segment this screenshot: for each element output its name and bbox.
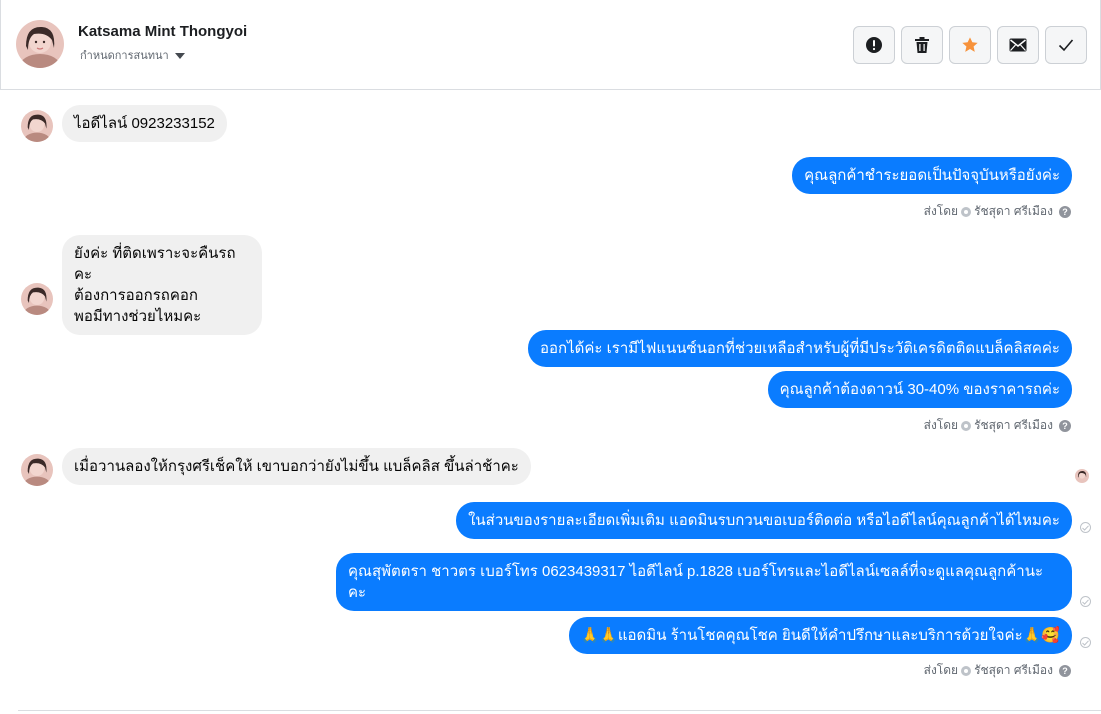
sent-by-info: ส่งโดย รัชสุดา ศรีเมือง ? <box>924 202 1071 221</box>
delivered-check-icon <box>1080 637 1091 648</box>
sent-by-prefix: ส่งโดย <box>923 418 959 432</box>
composer-divider <box>18 710 1101 711</box>
message-incoming: เมื่อวานลองให้กรุงศรีเช็คให้ เขาบอกว่ายั… <box>62 448 531 485</box>
header-actions <box>853 26 1087 64</box>
contact-avatar[interactable] <box>16 20 64 68</box>
star-icon <box>962 37 978 52</box>
contact-name: Katsama Mint Thongyoi <box>78 23 248 40</box>
message-outgoing: คุณลูกค้าชำระยอดเป็นปัจจุบันหรือยังค่ะ <box>792 157 1072 194</box>
mail-icon <box>1009 38 1027 52</box>
sent-by-info: ส่งโดย รัชสุดา ศรีเมือง ? <box>924 416 1071 435</box>
message-incoming: ไอดีไลน์ 0923233152 <box>62 105 227 142</box>
conversation-header: Katsama Mint Thongyoi กำหนดการสนทนา <box>0 0 1101 90</box>
trash-icon <box>915 37 929 53</box>
sent-by-info: ส่งโดย รัชสุดา ศรีเมือง ? <box>924 661 1071 680</box>
delivered-check-icon <box>1080 596 1091 607</box>
message-outgoing: 🙏🙏แอดมิน ร้านโชคคุณโชค ยินดีให้คำปรึกษาแ… <box>568 617 1072 654</box>
contact-avatar-small <box>21 283 53 315</box>
check-icon <box>1058 39 1074 52</box>
message-outgoing: คุณลูกค้าต้องดาวน์ 30-40% ของราคารถค่ะ <box>767 371 1072 408</box>
agent-dot-icon <box>961 665 972 676</box>
spam-button[interactable] <box>853 26 895 64</box>
alert-icon <box>866 37 882 53</box>
help-icon[interactable]: ? <box>1059 419 1071 432</box>
message-incoming: ยังค่ะ ที่ติดเพราะจะคืนรถคะ ต้องการออกรถ… <box>62 235 262 335</box>
mark-unread-button[interactable] <box>997 26 1039 64</box>
conversation-status-label: กำหนดการสนทนา <box>80 50 169 62</box>
mark-done-button[interactable] <box>1045 26 1087 64</box>
delivered-check-icon <box>1080 522 1091 533</box>
agent-dot-icon <box>961 420 972 431</box>
sent-by-agent: รัชสุดา ศรีเมือง <box>974 204 1053 218</box>
message-outgoing: คุณสุพัตตรา ชาวตร เบอร์โทร 0623439317 ไอ… <box>336 553 1072 611</box>
sent-by-prefix: ส่งโดย <box>923 663 959 677</box>
help-icon[interactable]: ? <box>1059 205 1071 218</box>
star-button[interactable] <box>949 26 991 64</box>
seen-avatar <box>1075 469 1089 483</box>
contact-avatar-small <box>21 454 53 486</box>
delete-button[interactable] <box>901 26 943 64</box>
caret-down-icon <box>174 52 185 59</box>
conversation-status-dropdown[interactable]: กำหนดการสนทนา <box>80 46 185 64</box>
help-icon[interactable]: ? <box>1059 664 1071 677</box>
sent-by-agent: รัชสุดา ศรีเมือง <box>974 418 1053 432</box>
sent-by-prefix: ส่งโดย <box>923 204 959 218</box>
sent-by-agent: รัชสุดา ศรีเมือง <box>974 663 1053 677</box>
agent-dot-icon <box>961 206 972 217</box>
message-outgoing: ในส่วนของรายละเอียดเพิ่มเติม แอดมินรบกวน… <box>456 502 1072 539</box>
message-outgoing: ออกได้ค่ะ เรามีไฟแนนซ์นอกที่ช่วยเหลือสำห… <box>528 330 1072 367</box>
contact-avatar-small <box>21 110 53 142</box>
